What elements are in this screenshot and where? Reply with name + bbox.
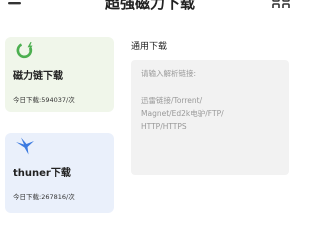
grid-icon[interactable] <box>272 0 292 8</box>
magnet-icon <box>16 42 33 59</box>
hint-line: HTTP/HTTPS <box>141 122 187 132</box>
general-download-label: 通用下载 <box>131 42 168 52</box>
thunder-download-card[interactable]: thuner下载 今日下载:267816/次 <box>5 133 114 213</box>
thunder-bird-icon <box>16 137 34 155</box>
hint-line: 迅雷链接/Torrent/ <box>141 96 203 105</box>
supported-protocols-hint: 迅雷链接/Torrent/ Magnet/Ed2k电驴/FTP/ HTTP/HT… <box>141 94 286 134</box>
card-title: 磁力链下载 <box>13 71 63 82</box>
card-stat: 今日下载:267816/次 <box>13 193 75 201</box>
magnet-download-card[interactable]: 磁力链下载 今日下载:594037/次 <box>5 37 114 112</box>
hint-line: Magnet/Ed2k电驴/FTP/ <box>141 109 224 119</box>
card-title: thuner下载 <box>13 168 71 179</box>
card-stat: 今日下载:594037/次 <box>13 96 75 104</box>
page-title: 超强磁力下载 <box>104 0 195 12</box>
top-bar: 超强磁力下载 <box>0 0 300 14</box>
